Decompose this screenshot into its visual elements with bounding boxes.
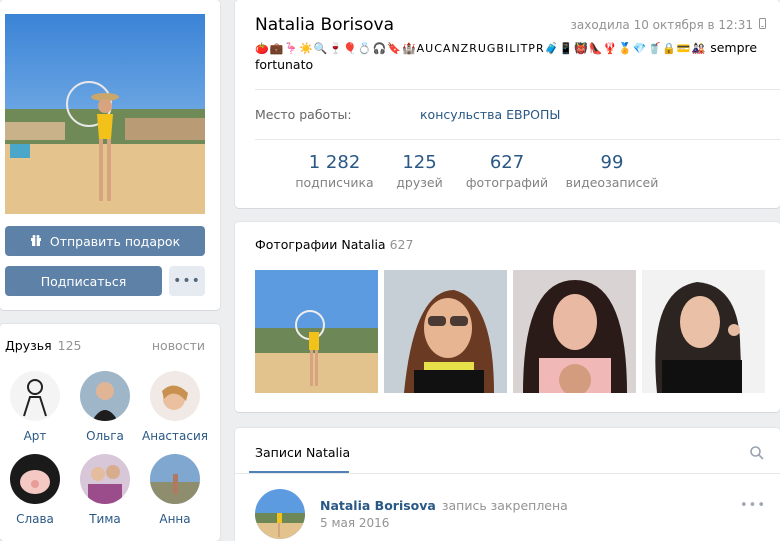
divider [235,473,780,474]
counter-num: 1 282 [308,152,361,173]
divider [255,89,780,90]
send-gift-label: Отправить подарок [49,233,181,249]
subscribe-button[interactable]: Подписаться [5,266,162,296]
post-date[interactable]: 5 мая 2016 [320,516,389,530]
post-author-name[interactable]: Natalia Borisova [320,498,436,513]
photo-thumb[interactable] [642,270,765,393]
more-actions-button[interactable]: ••• [169,266,205,296]
photos-title[interactable]: Фотографии Natalia [255,237,386,252]
counter-photos[interactable]: 627 фотографий [457,152,557,190]
friends-news-link[interactable]: новости [152,338,205,353]
friend-avatar[interactable] [150,454,200,504]
counter-followers[interactable]: 1 282 подписчика [287,152,382,190]
friend-item[interactable]: Тима [70,454,140,526]
friend-name[interactable]: Ольга [70,429,140,443]
last-seen-text: заходила 10 октября в 12:31 [570,18,753,32]
post-author-avatar[interactable] [255,489,305,539]
post-more-button[interactable]: ••• [740,498,766,513]
profile-counters: 1 282 подписчика 125 друзей 627 фотограф… [295,152,667,190]
profile-status: 🍅💼🦩☀️🔍🍷🎈💍🎧🔖🏰AUCANZRUGBILITPR🧳📱👹👠🦞🏅💎🥤🔒💳🎎 … [255,40,770,73]
friend-item[interactable]: Анастасия [140,371,210,443]
photos-header[interactable]: Фотографии Natalia 627 [255,237,413,252]
friend-avatar[interactable] [10,454,60,504]
friends-title[interactable]: Друзья [5,338,52,353]
work-label: Место работы: [255,107,352,122]
wall-card: Записи Natalia Natalia Borisova запись за… [235,428,780,541]
photo-thumb[interactable] [513,270,636,393]
send-gift-button[interactable]: Отправить подарок [5,226,205,256]
work-value-link[interactable]: консульства ЕВРОПЫ [420,107,560,122]
friend-item[interactable]: Анна [140,454,210,526]
friend-name[interactable]: Слава [0,512,70,526]
friend-avatar[interactable] [80,371,130,421]
gift-icon [30,234,42,249]
counter-friends[interactable]: 125 друзей [382,152,457,190]
avatar-card: Отправить подарок Подписаться ••• [0,0,220,310]
counter-num: 99 [600,152,624,173]
friend-avatar[interactable] [10,371,60,421]
photos-count: 627 [389,237,414,252]
friend-item[interactable]: Слава [0,454,70,526]
counter-num: 125 [402,152,437,173]
counter-label: видеозаписей [565,175,659,190]
mobile-phone-icon [759,18,766,32]
friend-name[interactable]: Анастасия [140,429,210,443]
status-emoji: 🍅💼🦩☀️🔍🍷🎈💍🎧🔖🏰AUCANZRUGBILITPR🧳📱👹👠🦞🏅💎🥤🔒💳🎎 [255,42,707,55]
profile-info-card: Natalia Borisova заходила 10 октября в 1… [235,0,780,208]
search-icon[interactable] [750,445,764,464]
counter-label: подписчика [295,175,374,190]
profile-name: Natalia Borisova [255,15,394,35]
friend-name[interactable]: Арт [0,429,70,443]
friends-header: Друзья 125 новости [5,338,205,353]
photos-card: Фотографии Natalia 627 [235,222,780,412]
last-seen: заходила 10 октября в 12:31 [570,18,766,32]
friends-card: Друзья 125 новости Арт Ольга Анастасия Сл… [0,324,220,541]
counter-label: друзей [396,175,443,190]
friend-name[interactable]: Анна [140,512,210,526]
friend-item[interactable]: Ольга [70,371,140,443]
friend-item[interactable]: Арт [0,371,70,443]
photo-thumb[interactable] [384,270,507,393]
friend-avatar[interactable] [150,371,200,421]
friends-count: 125 [57,338,82,353]
wall-tab[interactable]: Записи Natalia [255,445,350,460]
counter-videos[interactable]: 99 видеозаписей [557,152,667,190]
post-header: Natalia Borisova запись закреплена [320,498,568,513]
divider [255,139,780,140]
counter-label: фотографий [465,175,549,190]
post-action: запись закреплена [441,498,568,513]
photo-thumb[interactable] [255,270,378,393]
friend-name[interactable]: Тима [70,512,140,526]
friend-avatar[interactable] [80,454,130,504]
counter-num: 627 [489,152,525,173]
profile-photo[interactable] [5,14,205,214]
